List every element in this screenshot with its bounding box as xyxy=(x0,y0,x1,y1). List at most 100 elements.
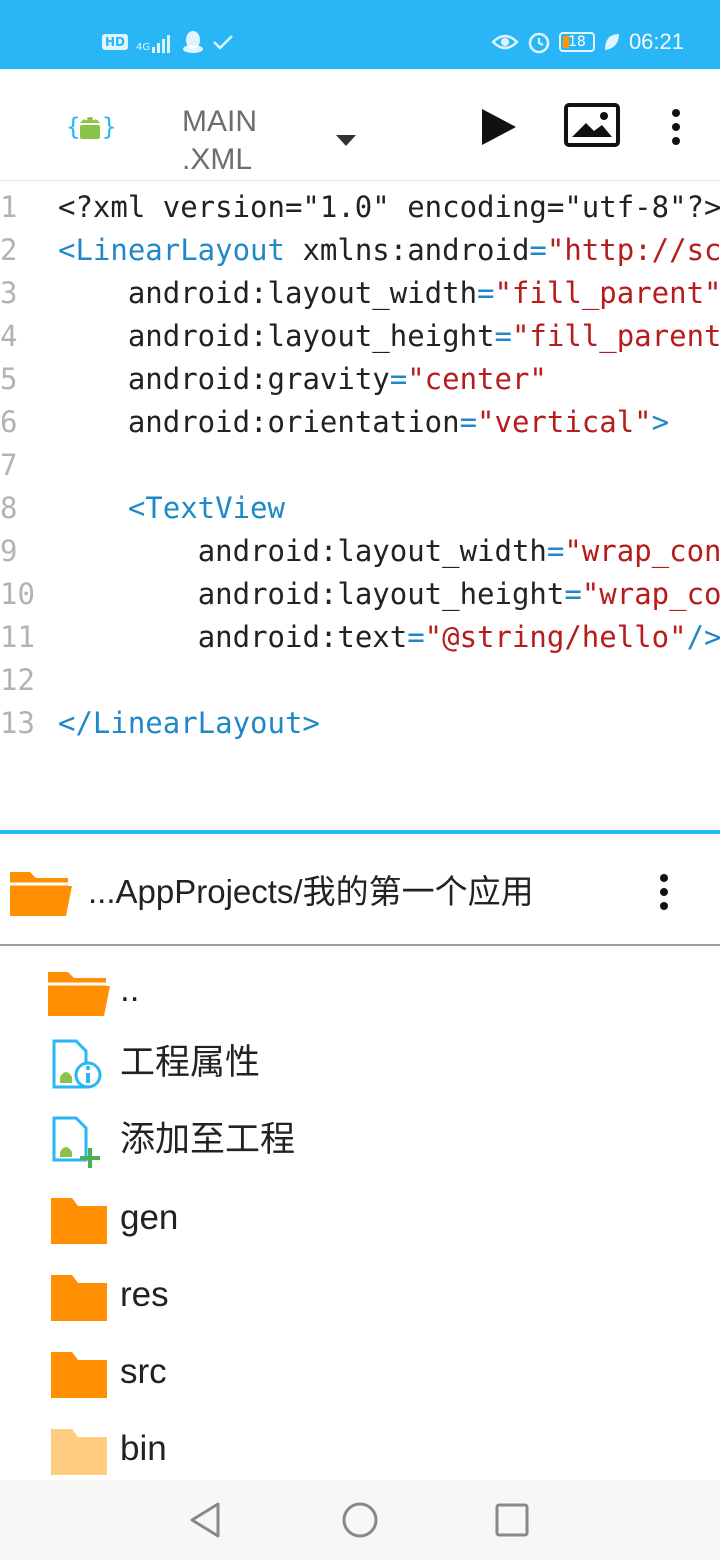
chevron-down-icon[interactable] xyxy=(336,135,356,146)
signal-4g-icon: 4G xyxy=(136,31,174,53)
line-number: 6 xyxy=(0,405,18,439)
more-vert-icon[interactable] xyxy=(662,107,690,147)
list-item-label: .. xyxy=(120,970,140,1009)
home-icon[interactable] xyxy=(340,1500,380,1540)
code-line[interactable]: 1 <?xml version="1.0" encoding="utf-8"?> xyxy=(0,186,720,229)
code-token: <LinearLayout xyxy=(58,233,285,267)
list-item-project-properties[interactable]: 工程属性 xyxy=(0,1025,720,1102)
folder-open-icon xyxy=(48,972,110,1016)
line-number: 11 xyxy=(0,620,35,654)
code-token: = xyxy=(564,577,582,611)
code-line[interactable]: 11 android:text="@string/hello"/> xyxy=(0,616,720,659)
code-token: = xyxy=(389,362,408,396)
line-number: 2 xyxy=(0,233,18,267)
list-item-folder-src[interactable]: src xyxy=(0,1334,720,1411)
code-line[interactable]: 5 android:gravity="center" xyxy=(0,358,720,401)
code-token: "vertical" xyxy=(477,405,652,439)
editor-toolbar: { } MAIN .XML xyxy=(0,69,720,181)
network-type-label: 4G xyxy=(136,42,151,53)
file-browser-header: ...AppProjects/我的第一个应用 xyxy=(0,834,720,946)
list-item-label: src xyxy=(120,1352,167,1391)
code-line[interactable]: 12 xyxy=(0,659,720,702)
list-item-parent-folder[interactable]: .. xyxy=(0,952,720,1029)
check-icon xyxy=(213,35,234,50)
folder-icon xyxy=(51,1275,107,1321)
qq-icon xyxy=(183,31,204,53)
code-line[interactable]: 6 android:orientation="vertical"> xyxy=(0,401,720,444)
code-token: android:layout_width xyxy=(197,534,547,568)
code-line[interactable]: 2 <LinearLayout xmlns:android="http://sch… xyxy=(0,229,720,272)
image-preview-icon[interactable] xyxy=(564,103,620,147)
list-item-folder-res[interactable]: res xyxy=(0,1257,720,1334)
leaf-icon xyxy=(604,34,619,50)
line-code: android:layout_height="wrap_content" xyxy=(58,573,720,616)
code-token: = xyxy=(477,276,495,310)
code-editor[interactable]: 1 <?xml version="1.0" encoding="utf-8"?> 2… xyxy=(0,182,720,830)
code-line[interactable]: 4 android:layout_height="fill_parent" xyxy=(0,315,720,358)
code-token: "@string/hello" xyxy=(424,620,687,654)
code-token: "center" xyxy=(407,362,547,396)
code-token: </LinearLayout> xyxy=(58,706,320,740)
file-tab[interactable]: MAIN .XML xyxy=(182,103,257,179)
list-item-label: res xyxy=(120,1275,169,1314)
code-line[interactable]: 10 android:layout_height="wrap_content" xyxy=(0,573,720,616)
line-number: 10 xyxy=(0,577,35,611)
line-number: 4 xyxy=(0,319,18,353)
code-token: = xyxy=(546,534,565,568)
line-code: android:gravity="center" xyxy=(58,358,547,401)
folder-light-icon xyxy=(51,1429,107,1475)
current-path: ...AppProjects/我的第一个应用 xyxy=(88,873,534,910)
list-item-folder-gen[interactable]: gen xyxy=(0,1180,720,1257)
code-line[interactable]: 8 <TextView xyxy=(0,487,720,530)
list-item-folder-bin[interactable]: bin xyxy=(0,1411,720,1488)
file-tab-extension: .XML xyxy=(182,143,253,176)
line-number: 12 xyxy=(0,663,35,697)
code-line[interactable]: 3 android:layout_width="fill_parent" xyxy=(0,272,720,315)
status-left: HD 4G xyxy=(102,28,234,56)
line-number: 1 xyxy=(0,190,18,224)
code-line[interactable]: 13 </LinearLayout> xyxy=(0,702,720,745)
alarm-icon xyxy=(528,32,550,54)
more-vert-icon[interactable] xyxy=(650,872,678,912)
list-item-add-to-project[interactable]: 添加至工程 xyxy=(0,1102,720,1179)
code-line[interactable]: 7 xyxy=(0,444,720,487)
battery-icon: 18 xyxy=(558,32,595,52)
code-token: "fill_parent" xyxy=(494,276,720,310)
system-nav-bar xyxy=(0,1480,720,1560)
code-token: xmlns:android xyxy=(284,233,530,267)
line-code: android:text="@string/hello"/> xyxy=(58,616,720,659)
line-code: <?xml version="1.0" encoding="utf-8"?> xyxy=(58,186,720,229)
code-token: /> xyxy=(686,620,720,654)
code-line[interactable]: 9 android:layout_width="wrap_content" xyxy=(0,530,720,573)
status-time: 06:21 xyxy=(628,29,684,54)
battery-level: 18 xyxy=(568,34,586,50)
line-number: 3 xyxy=(0,276,18,310)
code-token: android:layout_height xyxy=(127,319,495,353)
back-icon[interactable] xyxy=(186,1500,226,1540)
code-token: = xyxy=(494,319,512,353)
recents-icon[interactable] xyxy=(492,1500,532,1540)
code-token: android:orientation xyxy=(127,405,460,439)
line-number: 9 xyxy=(0,534,18,568)
code-token: android:gravity xyxy=(127,362,390,396)
line-code: <LinearLayout xmlns:android="http://sche… xyxy=(58,229,720,272)
status-right: 18 06:21 xyxy=(491,26,684,58)
code-token: = xyxy=(529,233,547,267)
line-code: android:layout_width="fill_parent" xyxy=(58,272,720,315)
file-tab-name: MAIN xyxy=(182,105,257,138)
folder-icon xyxy=(51,1352,107,1398)
list-item-label: gen xyxy=(120,1198,179,1237)
code-token: > xyxy=(651,405,670,439)
code-token: "http://schemas.android.com/apk/res/andr… xyxy=(546,233,720,267)
status-bar: HD 4G 18 06:21 xyxy=(0,0,720,69)
android-app-icon[interactable]: { } xyxy=(66,105,114,145)
play-icon[interactable] xyxy=(478,107,518,147)
svg-text:{: { xyxy=(66,113,80,141)
add-to-project-icon xyxy=(52,1116,100,1168)
line-number: 8 xyxy=(0,491,18,525)
code-token: android:layout_height xyxy=(197,577,565,611)
